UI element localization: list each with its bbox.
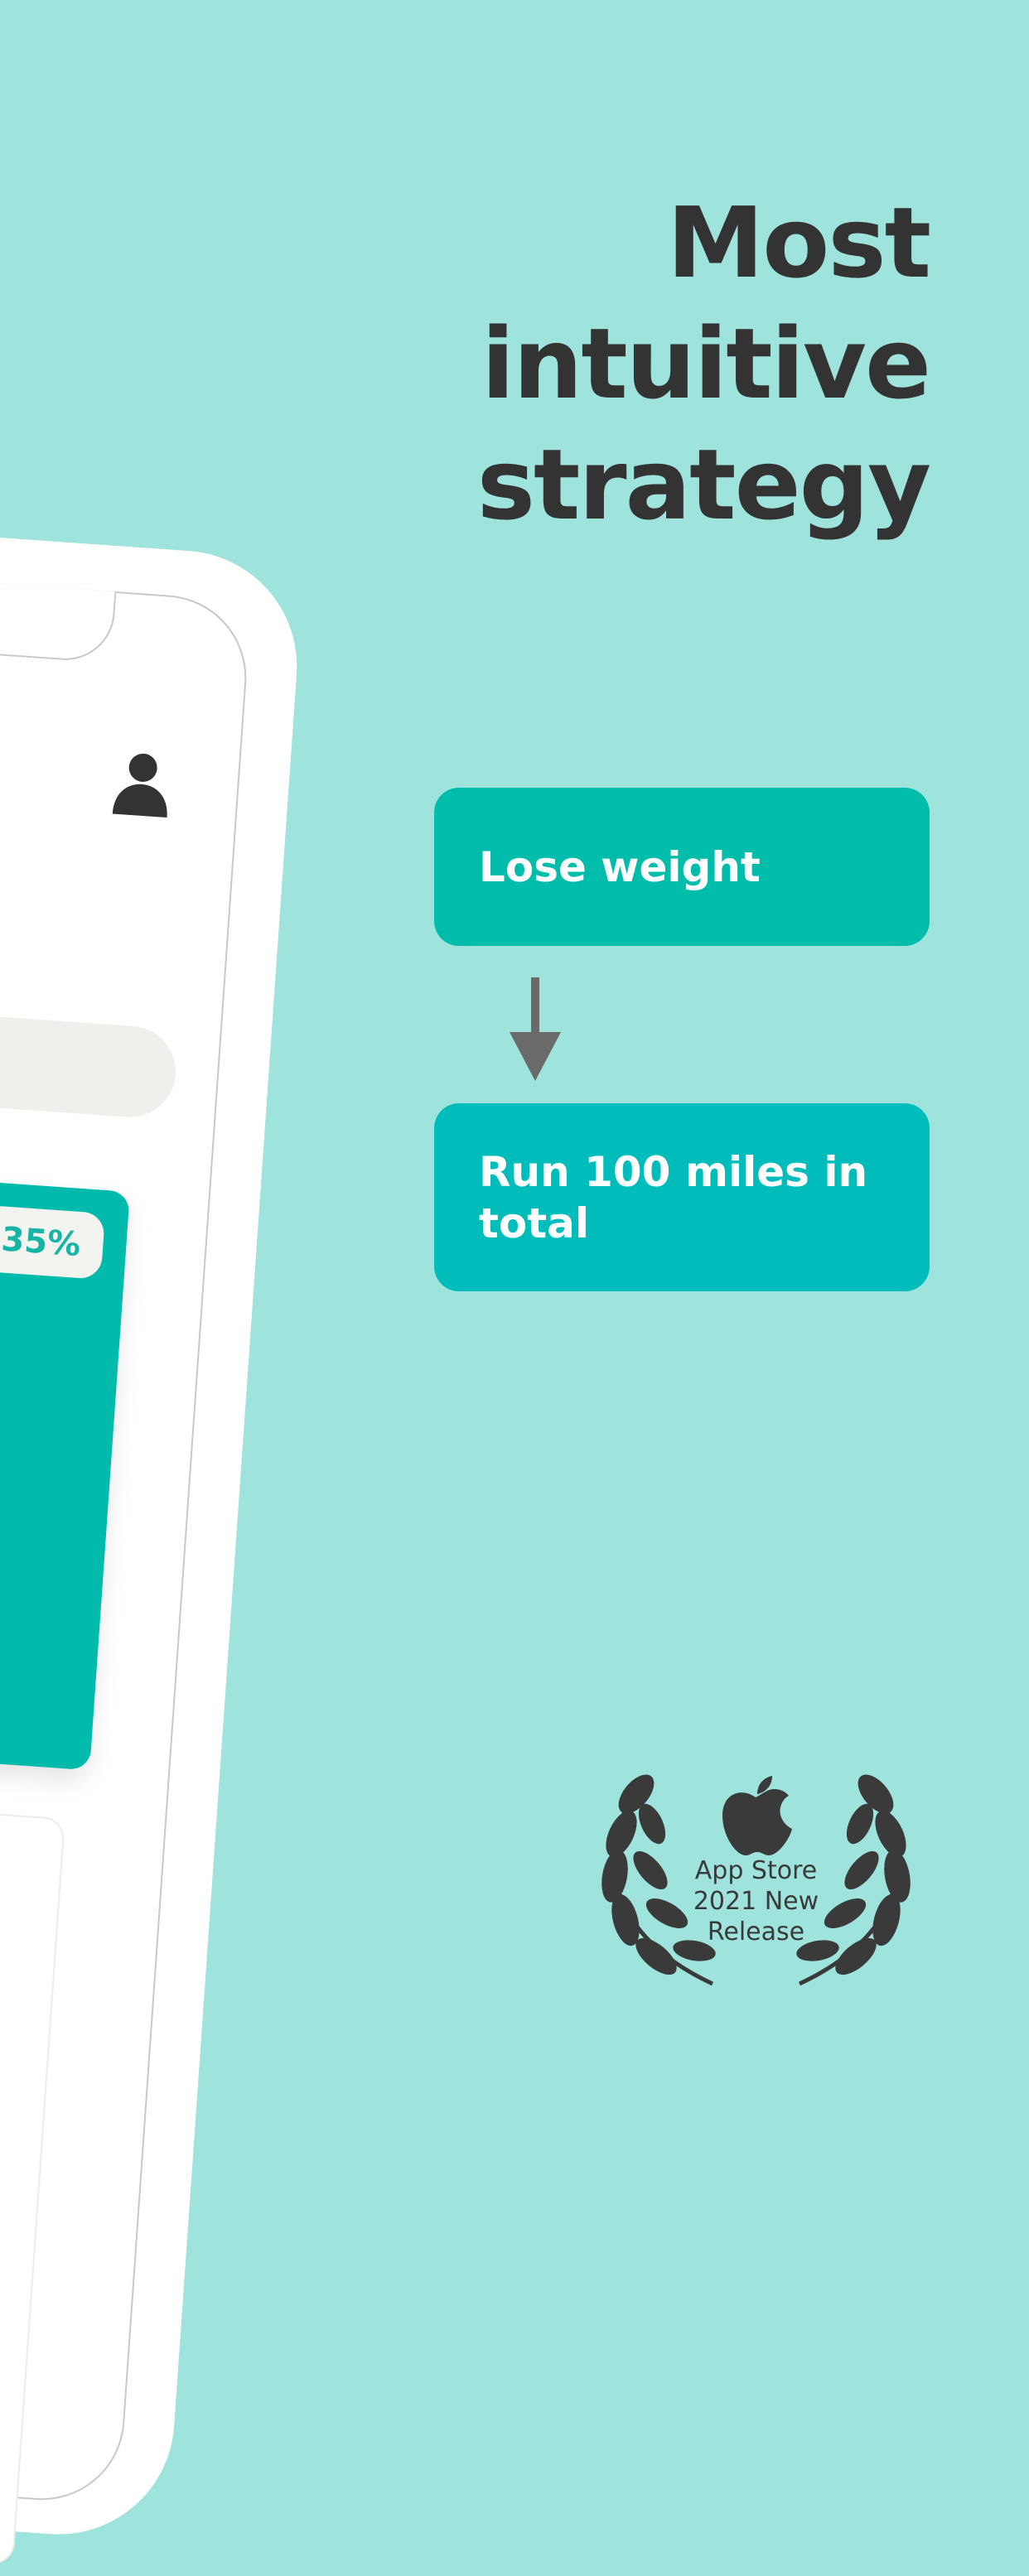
award-line-2: 2021 New bbox=[693, 1887, 819, 1916]
phone-screen: 35% bbox=[0, 554, 253, 2566]
profile-icon[interactable] bbox=[110, 750, 172, 821]
headline-line-2: intuitive bbox=[481, 306, 931, 421]
goal-secondary-label: Run 100 miles in total bbox=[479, 1147, 868, 1247]
award-text: App Store 2021 New Release bbox=[679, 1855, 833, 1947]
goal-lose-weight-box: Lose weight bbox=[434, 788, 930, 946]
goal-progress-card[interactable]: 35% bbox=[0, 1153, 130, 1771]
apple-logo-icon bbox=[722, 1776, 792, 1855]
award-line-1: App Store bbox=[694, 1856, 818, 1885]
search-bar[interactable] bbox=[0, 987, 179, 1121]
arrow-down-icon bbox=[510, 977, 561, 1081]
progress-percent-badge: 35% bbox=[0, 1204, 106, 1280]
headline-line-1: Most bbox=[666, 186, 931, 300]
goal-primary-label: Lose weight bbox=[479, 842, 761, 891]
award-line-3: Release bbox=[707, 1918, 805, 1946]
goal-run-miles-box: Run 100 miles in total bbox=[434, 1103, 930, 1291]
phone-mockup: 35% bbox=[0, 505, 305, 2566]
secondary-card bbox=[0, 1781, 65, 2566]
headline: Most intuitive strategy bbox=[350, 182, 931, 545]
app-store-award: App Store 2021 New Release bbox=[580, 1773, 932, 2004]
phone-notch bbox=[0, 566, 117, 663]
headline-line-3: strategy bbox=[476, 427, 931, 542]
